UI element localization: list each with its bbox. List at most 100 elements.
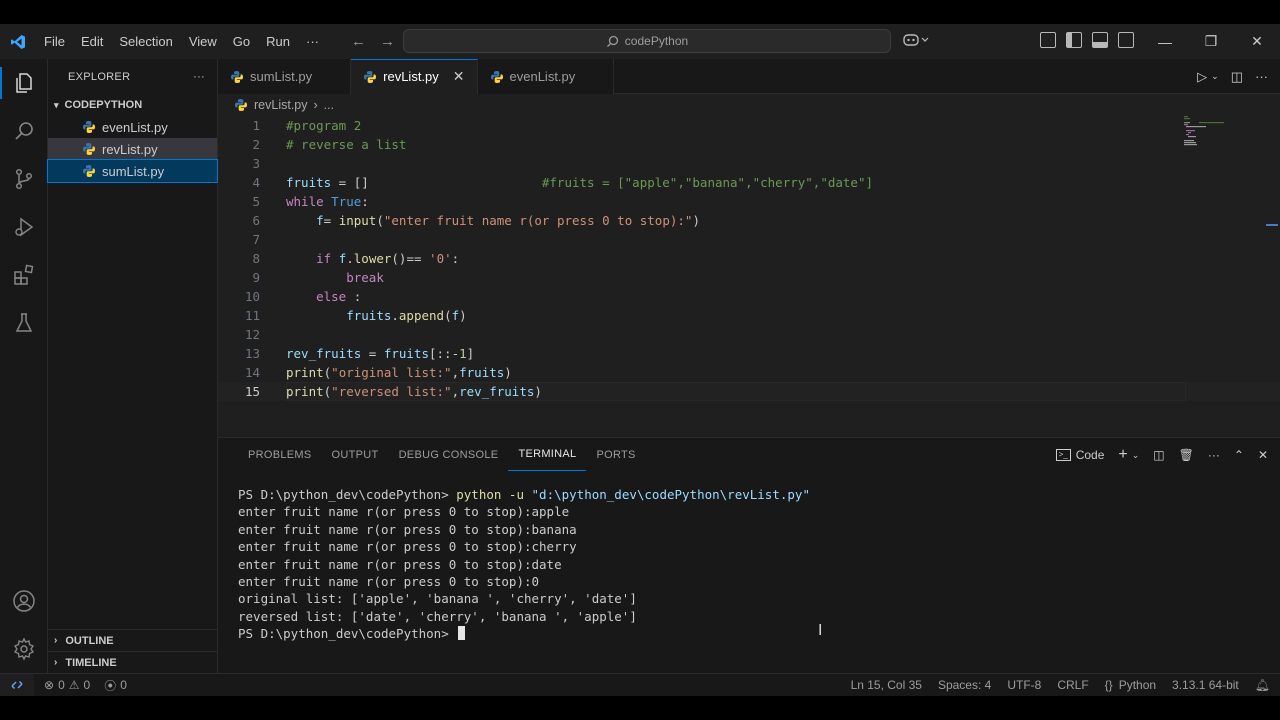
code-line[interactable]: 7 [218, 230, 1280, 249]
code-line[interactable]: 12 [218, 325, 1280, 344]
code-line[interactable]: 14 print("original list:",fruits) [218, 363, 1280, 382]
indentation[interactable]: Spaces: 4 [938, 678, 991, 692]
tab-output[interactable]: OUTPUT [322, 438, 389, 471]
breadcrumb-file[interactable]: revList.py [254, 98, 308, 112]
outline-section[interactable]: › OUTLINE [48, 629, 218, 651]
file-sumlist[interactable]: sumList.py [47, 159, 218, 183]
file-label: evenList.py [102, 119, 168, 135]
split-terminal-icon[interactable]: ◫ [1153, 448, 1164, 462]
menu-go[interactable]: Go [225, 34, 258, 49]
folder-codepython[interactable]: ▾ CODEPYTHON [48, 94, 217, 116]
explorer-icon[interactable] [0, 59, 48, 107]
more-actions-icon[interactable]: ··· [193, 71, 205, 83]
code-text: print("original list:",fruits) [286, 365, 512, 380]
chevron-right-icon: › [54, 657, 58, 668]
more-actions-icon[interactable]: ··· [1208, 448, 1220, 462]
code-text: print("reversed list:",rev_fruits) [286, 384, 542, 399]
ports-status[interactable]: ⦿ 0 [104, 677, 127, 694]
tab-sumlist[interactable]: sumList.py [218, 59, 352, 94]
code-line[interactable]: 8 if f.lower()== '0': [218, 249, 1280, 268]
minimap[interactable] [1184, 116, 1244, 146]
customize-layout-icon[interactable] [1040, 32, 1056, 48]
code-editor[interactable]: 1 #program 2 2 # reverse a list 3 4 fruits = [… [218, 116, 1280, 401]
new-terminal-icon[interactable]: + [1118, 446, 1127, 464]
source-control-icon[interactable] [0, 155, 48, 203]
menu-view[interactable]: View [181, 34, 225, 49]
close-panel-icon[interactable]: ✕ [1258, 448, 1268, 462]
language-mode[interactable]: {} Python [1105, 678, 1156, 692]
code-line[interactable]: 13 rev_fruits = fruits[::-1] [218, 344, 1280, 363]
encoding[interactable]: UTF-8 [1007, 678, 1041, 692]
timeline-section[interactable]: › TIMELINE [48, 651, 218, 673]
code-line[interactable]: 3 [218, 154, 1280, 173]
breadcrumb-symbol[interactable]: ... [324, 98, 334, 112]
chevron-down-icon[interactable]: ⌄ [1211, 71, 1219, 85]
outline-label: OUTLINE [65, 634, 114, 647]
command-center[interactable]: codePython [403, 29, 891, 53]
menu-selection[interactable]: Selection [111, 34, 180, 49]
terminal-line: enter fruit name r(or press 0 to stop):0 [238, 573, 540, 589]
forward-arrow-icon[interactable]: → [380, 33, 395, 50]
toggle-primary-sidebar-icon[interactable] [1066, 32, 1082, 48]
code-text: break [346, 270, 384, 285]
tab-debug-console[interactable]: DEBUG CONSOLE [389, 438, 509, 471]
python-file-icon [490, 70, 504, 84]
toggle-panel-icon[interactable] [1092, 32, 1108, 48]
minimize-icon[interactable]: — [1142, 24, 1188, 59]
code-line[interactable]: 15 print("reversed list:",rev_fruits) [218, 382, 1280, 401]
code-line[interactable]: 2 # reverse a list [218, 135, 1280, 154]
extensions-icon[interactable] [0, 251, 48, 299]
more-actions-icon[interactable]: ··· [1255, 69, 1268, 85]
cursor-position[interactable]: Ln 15, Col 35 [851, 678, 922, 692]
ports-count: 0 [120, 678, 127, 692]
search-activity-icon[interactable] [0, 107, 48, 155]
line-endings[interactable]: CRLF [1057, 678, 1088, 692]
folder-label: CODEPYTHON [64, 99, 143, 111]
problems-status[interactable]: ⊗ 0 ⚠ 0 [44, 678, 90, 692]
tab-evenlist[interactable]: evenList.py [477, 59, 615, 94]
restore-icon[interactable]: ❐ [1188, 24, 1234, 59]
line-number: 5 [252, 194, 260, 209]
tab-revlist[interactable]: revList.py ✕ [351, 59, 478, 94]
terminal-shell-label: Code [1075, 448, 1105, 462]
tab-ports[interactable]: PORTS [586, 438, 645, 471]
menu-run[interactable]: Run [258, 34, 298, 49]
activity-bar [0, 59, 48, 673]
file-evenlist[interactable]: evenList.py [48, 116, 217, 138]
editor-area: sumList.py revList.py ✕ evenList.py ▷ ⌄ … [218, 59, 1280, 437]
toggle-secondary-sidebar-icon[interactable] [1118, 32, 1134, 48]
code-line[interactable]: 6 f= input("enter fruit name r(or press … [218, 211, 1280, 230]
run-python-icon[interactable]: ▷ [1197, 69, 1207, 85]
testing-flask-icon[interactable] [0, 299, 48, 347]
split-editor-icon[interactable]: ◫ [1231, 69, 1243, 85]
chevron-down-icon[interactable]: ⌄ [1132, 450, 1140, 461]
code-line[interactable]: 5 while True: [218, 192, 1280, 211]
code-line[interactable]: 1 #program 2 [218, 116, 1280, 135]
settings-gear-icon[interactable] [0, 625, 48, 673]
close-window-icon[interactable]: ✕ [1234, 24, 1280, 59]
menu-file[interactable]: File [36, 34, 73, 49]
file-revlist[interactable]: revList.py [48, 138, 217, 160]
run-debug-icon[interactable] [0, 203, 48, 251]
code-line[interactable]: 10 else : [218, 287, 1280, 306]
terminal-prompt: PS D:\python_dev\codePython> [238, 626, 457, 642]
notifications-bell-icon[interactable]: 🔔︎ [1255, 678, 1270, 692]
terminal-shell-selector[interactable]: >_ Code [1055, 448, 1105, 462]
code-line[interactable]: 11 fruits.append(f) [218, 306, 1280, 325]
trash-icon[interactable]: 🗑 [1179, 448, 1194, 462]
close-tab-icon[interactable]: ✕ [453, 68, 465, 85]
broadcast-icon: ⦿ [104, 678, 117, 693]
maximize-panel-icon[interactable]: ⌃ [1234, 448, 1244, 462]
copilot-icon[interactable] [903, 33, 929, 50]
tab-terminal[interactable]: TERMINAL [508, 438, 587, 471]
code-line[interactable]: 9 break [218, 268, 1280, 287]
tab-problems[interactable]: PROBLEMS [238, 438, 322, 471]
terminal-output[interactable]: PS D:\python_dev\codePython> python -u "… [238, 486, 810, 643]
menu-edit[interactable]: Edit [73, 34, 111, 49]
python-interpreter[interactable]: 3.13.1 64-bit [1172, 678, 1239, 692]
back-arrow-icon[interactable]: ← [351, 33, 366, 50]
code-line[interactable]: 4 fruits = [] #fruits = ["apple","banana"… [218, 173, 1280, 192]
accounts-icon[interactable] [0, 577, 48, 625]
remote-indicator-icon[interactable] [0, 673, 34, 696]
menu-more[interactable]: ··· [298, 34, 327, 49]
